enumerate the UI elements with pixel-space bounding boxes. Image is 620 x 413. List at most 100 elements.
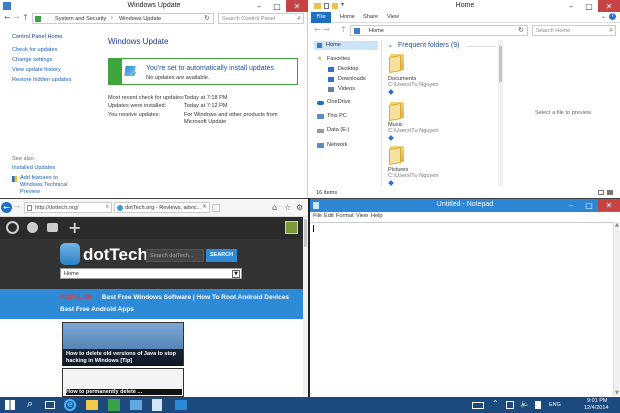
file-explorer-icon[interactable]: [86, 400, 98, 410]
tab-file[interactable]: File: [311, 12, 331, 23]
home-icon[interactable]: ⌂: [272, 203, 277, 212]
user-avatar[interactable]: [285, 221, 298, 234]
article-card-2[interactable]: How to permanently delete ...: [62, 368, 184, 397]
folder-item-documents[interactable]: Documents C:\Users\Tu Nguyen: [386, 52, 456, 95]
menu-format[interactable]: Format: [336, 213, 354, 219]
search-box[interactable]: Search Home ⌕: [532, 25, 616, 36]
menu-help[interactable]: Help: [371, 213, 383, 219]
text-editor[interactable]: [311, 222, 613, 396]
details-view-icon[interactable]: [598, 190, 604, 195]
breadcrumb-system-security[interactable]: System and Security: [55, 16, 106, 22]
add-new-icon[interactable]: +: [68, 218, 81, 237]
clock-date[interactable]: 12/4/2014: [584, 405, 608, 411]
nav-item-videos[interactable]: Videos: [338, 86, 355, 92]
popular-link-windows[interactable]: Best Free Windows Software: [102, 294, 191, 301]
control-panel-icon[interactable]: [130, 400, 142, 410]
scrollbar[interactable]: [498, 40, 503, 186]
clock-time[interactable]: 9:01 PM: [587, 398, 607, 404]
sidebar-item-control-panel-home[interactable]: Control Panel Home: [12, 34, 98, 40]
installed-updates-link[interactable]: Installed Updates: [12, 165, 55, 171]
scroll-down-icon[interactable]: ▼: [615, 390, 619, 396]
tab-close-icon[interactable]: ×: [202, 203, 207, 210]
start-button[interactable]: [5, 400, 15, 410]
address-bar[interactable]: Home ↻: [350, 25, 528, 36]
add-features-link[interactable]: Add features to Windows Technical Previe…: [20, 175, 80, 196]
address-text[interactable]: Home: [369, 28, 384, 34]
large-icons-view-icon[interactable]: [607, 190, 613, 195]
search-icon[interactable]: ⌕: [609, 26, 613, 35]
nav-item-this-pc[interactable]: This PC: [327, 113, 347, 119]
scroll-up-icon[interactable]: ▲: [615, 222, 619, 228]
popular-link-root[interactable]: How To Root Android Devices: [197, 294, 289, 301]
favorites-star-icon[interactable]: ☆: [284, 203, 291, 212]
volume-icon[interactable]: 🔈: [520, 399, 530, 408]
breadcrumb-windows-update[interactable]: Windows Update: [119, 16, 161, 22]
maximize-icon[interactable]: □: [580, 199, 598, 211]
browser-tab[interactable]: dotTech.org - Reviews, advic... ×: [114, 202, 210, 213]
titlebar[interactable]: Untitled - Notepad – □ ✕: [310, 199, 620, 212]
nav-item-desktop[interactable]: Desktop: [338, 66, 359, 72]
close-icon[interactable]: ✕: [286, 0, 308, 12]
language-indicator[interactable]: ENG: [549, 402, 561, 408]
minimize-icon[interactable]: –: [562, 0, 580, 12]
sidebar-item-change-settings[interactable]: Change settings: [12, 57, 98, 63]
titlebar[interactable]: ▾ Home – □ ✕: [310, 0, 620, 12]
tray-chevron-icon[interactable]: ⌃: [492, 399, 499, 408]
maximize-icon[interactable]: □: [580, 0, 598, 12]
forward-icon[interactable]: →: [13, 13, 20, 22]
comments-icon[interactable]: [47, 223, 58, 232]
dashboard-icon[interactable]: [27, 222, 38, 233]
sidebar-item-view-history[interactable]: View update history: [12, 67, 98, 73]
minimize-icon[interactable]: –: [562, 199, 580, 211]
new-tab-icon[interactable]: [212, 204, 220, 212]
folder-item-pictures[interactable]: Pictures C:\Users\Tu Nguyen: [386, 146, 456, 188]
address-bar[interactable]: System and Security › Windows Update ↻: [32, 13, 214, 24]
scrollbar[interactable]: ▲ ▼: [613, 222, 620, 396]
nav-item-onedrive[interactable]: OneDrive: [327, 99, 351, 105]
sidebar-item-check-updates[interactable]: Check for updates: [12, 47, 98, 53]
ribbon-expand-icon[interactable]: ⌄: [601, 13, 606, 20]
menu-file[interactable]: File: [313, 213, 322, 219]
close-icon[interactable]: ✕: [598, 0, 620, 12]
tab-view[interactable]: View: [387, 14, 399, 20]
network-icon[interactable]: [506, 401, 514, 409]
search-input[interactable]: Search Home: [536, 28, 570, 34]
search-icon[interactable]: ⌕: [297, 14, 301, 23]
flag-icon[interactable]: [535, 401, 541, 409]
store-icon[interactable]: [108, 399, 120, 411]
nav-item-network[interactable]: Network: [327, 142, 348, 148]
wordpress-icon[interactable]: [6, 221, 19, 234]
nav-item-data-drive[interactable]: Data (E:): [327, 127, 349, 133]
titlebar[interactable]: Windows Update – □ ✕: [0, 0, 308, 12]
article-2-title[interactable]: How to permanently delete ...: [66, 389, 182, 395]
tab-share[interactable]: Share: [363, 14, 378, 20]
dottech-logo-icon[interactable]: [60, 243, 80, 265]
search-icon[interactable]: ⌕: [27, 397, 33, 411]
help-icon[interactable]: ?: [609, 13, 616, 20]
article-card[interactable]: How to delete old versions of Java to st…: [62, 322, 184, 366]
nav-item-home[interactable]: Home: [314, 41, 378, 50]
forward-icon[interactable]: →: [323, 25, 330, 34]
menu-view[interactable]: View: [356, 213, 368, 219]
notepad-taskbar-icon[interactable]: [152, 399, 162, 411]
nav-item-downloads[interactable]: Downloads: [338, 76, 366, 82]
menu-edit[interactable]: Edit: [324, 213, 334, 219]
task-view-icon[interactable]: [45, 401, 55, 409]
url-search-icon[interactable]: ⌕: [106, 203, 109, 211]
back-icon[interactable]: ←: [4, 13, 11, 22]
back-icon[interactable]: ←: [1, 202, 12, 213]
url-bar[interactable]: http://dottech.org/ ⌕: [24, 202, 112, 213]
back-icon[interactable]: ←: [314, 25, 321, 34]
search-control-panel[interactable]: Search Control Panel ⌕: [218, 13, 304, 24]
site-search-input[interactable]: Search dotTech...: [146, 249, 204, 262]
keyboard-icon[interactable]: [472, 402, 484, 409]
article-title[interactable]: How to delete old versions of Java to st…: [66, 351, 182, 364]
refresh-icon[interactable]: ↻: [204, 14, 210, 22]
maximize-icon[interactable]: □: [268, 0, 286, 12]
refresh-icon[interactable]: ↻: [518, 26, 524, 34]
url-text[interactable]: http://dottech.org/: [35, 205, 79, 211]
folder-item-music[interactable]: Music C:\Users\Tu Nguyen: [386, 100, 456, 142]
site-search-button[interactable]: SEARCH: [206, 249, 237, 262]
up-icon[interactable]: ↑: [22, 13, 29, 22]
section-heading[interactable]: Frequent folders (9): [398, 42, 459, 49]
